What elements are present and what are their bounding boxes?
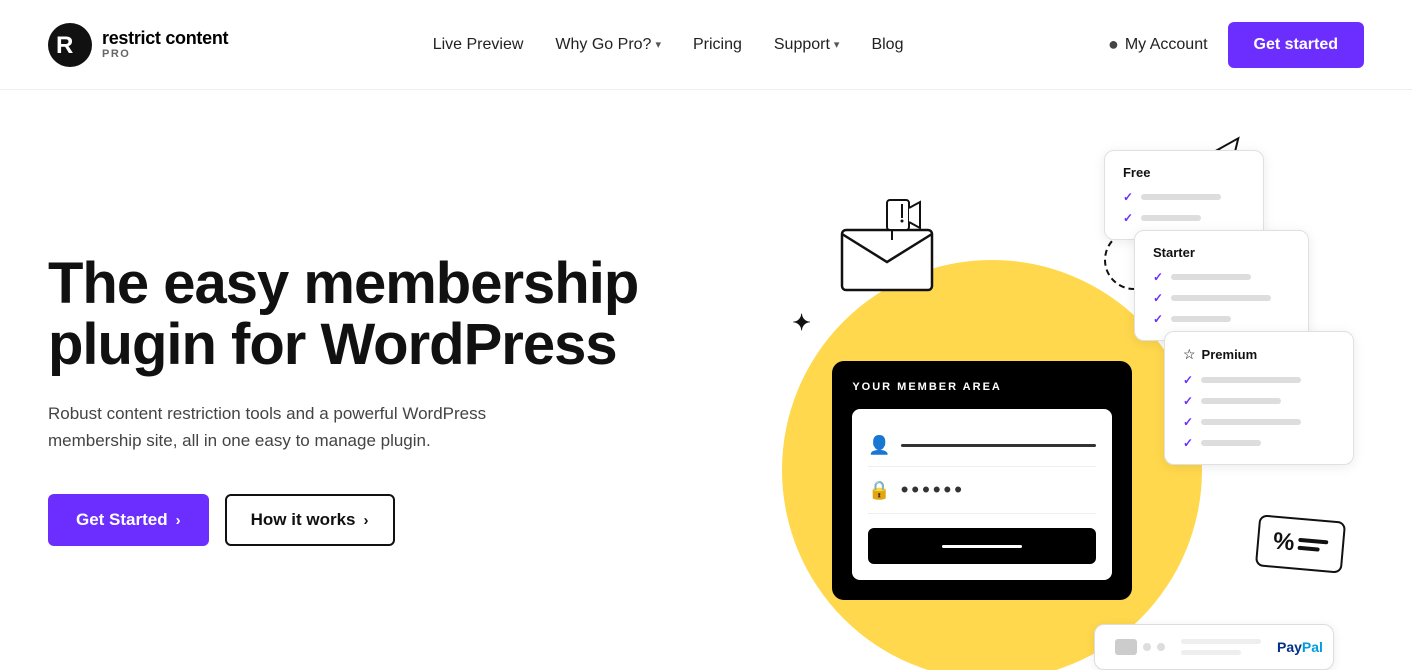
user-icon: ● — [1108, 34, 1119, 55]
nav-support[interactable]: Support ▾ — [774, 36, 840, 54]
nav-blog[interactable]: Blog — [871, 36, 903, 54]
logo-icon: R — [48, 23, 92, 67]
chevron-down-icon: ▾ — [655, 38, 661, 51]
paypal-logo: PayPal — [1277, 639, 1323, 655]
hero-buttons: Get Started › How it works › — [48, 494, 692, 546]
header-right: ● My Account Get started — [1108, 22, 1364, 68]
arrow-right-icon: › — [364, 512, 369, 529]
pricing-cards-illustration: Free ✓ ✓ Starter — [1104, 150, 1354, 455]
header-get-started-button[interactable]: Get started — [1228, 22, 1364, 68]
nav-live-preview[interactable]: Live Preview — [433, 36, 524, 54]
site-header: R restrict content PRO Live Preview Why … — [0, 0, 1412, 90]
payment-options-strip: PayPal — [1094, 624, 1334, 670]
logo-pro-badge: PRO — [102, 48, 228, 60]
star-deco-left: ✦ — [792, 310, 810, 336]
check-icon: ✓ — [1123, 211, 1133, 225]
my-account-link[interactable]: ● My Account — [1108, 34, 1208, 55]
nav-why-go-pro[interactable]: Why Go Pro? ▾ — [555, 36, 661, 54]
pricing-card-free: Free ✓ ✓ — [1104, 150, 1264, 240]
lock-icon: 🔒 — [868, 480, 890, 501]
nav-pricing[interactable]: Pricing — [693, 36, 742, 54]
check-icon: ✓ — [1183, 394, 1193, 408]
check-icon: ✓ — [1183, 436, 1193, 450]
star-icon: ☆ — [1183, 346, 1196, 363]
pricing-card-starter: Starter ✓ ✓ ✓ — [1134, 230, 1309, 341]
chevron-down-icon: ▾ — [834, 38, 840, 51]
logo[interactable]: R restrict content PRO — [48, 23, 228, 67]
check-icon: ✓ — [1123, 190, 1133, 204]
pricing-card-premium: ☆ Premium ✓ ✓ ✓ — [1164, 331, 1354, 465]
card-chip-icon — [1115, 639, 1137, 655]
hero-section: The easy membership plugin for WordPress… — [0, 90, 1412, 670]
hero-left: The easy membership plugin for WordPress… — [48, 234, 732, 546]
check-icon: ✓ — [1183, 373, 1193, 387]
hero-subtitle: Robust content restriction tools and a p… — [48, 400, 528, 454]
hero-get-started-button[interactable]: Get Started › — [48, 494, 209, 546]
check-icon: ✓ — [1153, 270, 1163, 284]
main-nav: Live Preview Why Go Pro? ▾ Pricing Suppo… — [433, 36, 904, 54]
hero-illustration: ✦ ✦ — [732, 130, 1364, 650]
member-login-button — [868, 528, 1096, 564]
arrow-right-icon: › — [176, 512, 181, 529]
password-field: 🔒 •••••• — [868, 467, 1096, 514]
member-area-card: YOUR MEMBER AREA 👤 🔒 •••••• — [832, 361, 1132, 600]
check-icon: ✓ — [1183, 415, 1193, 429]
credit-card-icon-area — [1115, 639, 1165, 655]
hero-title: The easy membership plugin for WordPress — [48, 254, 692, 376]
svg-text:R: R — [56, 32, 73, 59]
percent-icon: % — [1272, 528, 1296, 558]
discount-tag-deco: % — [1255, 514, 1347, 573]
username-field: 👤 — [868, 425, 1096, 467]
check-icon: ✓ — [1153, 312, 1163, 326]
hero-how-it-works-button[interactable]: How it works › — [225, 494, 395, 546]
logo-main-text: restrict content — [102, 29, 228, 49]
user-field-icon: 👤 — [868, 435, 890, 456]
check-icon: ✓ — [1153, 291, 1163, 305]
envelope-illustration — [832, 190, 962, 300]
